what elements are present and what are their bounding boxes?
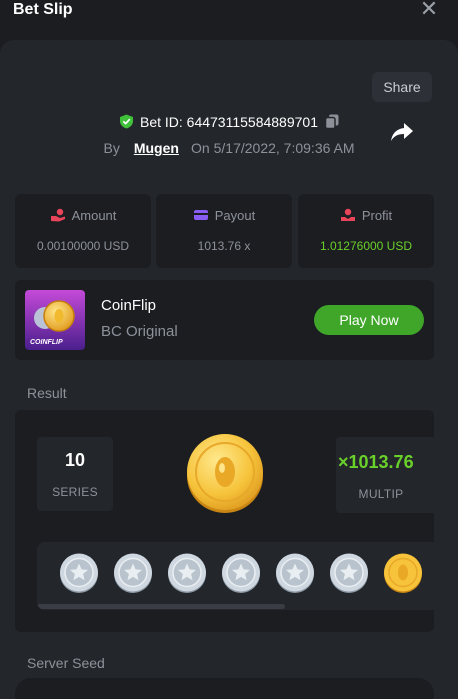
profit-label: Profit [361,208,393,223]
game-card: COINFLIP CoinFlip BC Original Play Now [15,280,434,360]
series-label: SERIES [52,485,98,499]
payout-value: 1013.76 x [197,239,251,253]
game-name: CoinFlip [101,297,157,314]
bet-id: Bet ID: 64473115584889701 [139,114,318,130]
amount-card: Amount 0.00100000 USD [15,194,151,268]
game-thumbnail[interactable]: COINFLIP [25,290,85,350]
verified-shield-icon [119,114,133,129]
bet-date: 5/17/2022, 7:09:36 AM [213,140,355,156]
payout-card: Payout 1013.76 x [156,194,292,268]
server-seed-label: Server Seed [27,655,105,671]
gold-coin-icon [187,434,263,513]
result-label: Result [27,385,67,401]
money-hand-icon [340,208,355,221]
multiplier-label: MULTIP [358,487,404,501]
gold-coin-icon [384,553,422,593]
amount-label: Amount [71,208,117,223]
thumbnail-title: COINFLIP [30,339,63,346]
username-link[interactable]: Mugen [134,140,179,156]
bet-author-row: By Mugen On 5/17/2022, 7:09:36 AM [0,138,458,158]
bet-id-row: Bet ID: 64473115584889701 [0,112,458,132]
card-icon [193,210,208,220]
multiplier-box: ×1013.76 MULTIP [336,437,434,513]
coin-results-strip[interactable] [37,542,434,610]
bet-slip-panel: Share Bet ID: 64473115584889701 By Mugen O… [0,40,458,699]
modal-title: Bet Slip [13,1,73,18]
multiplier-value: ×1013.76 [338,452,414,472]
server-seed-field[interactable] [15,678,434,699]
share-tooltip: Share [372,72,432,102]
silver-coin-icon [276,553,314,593]
copy-icon[interactable] [325,114,339,129]
play-now-button[interactable]: Play Now [314,305,424,335]
close-icon[interactable]: ✕ [418,0,440,20]
series-box: 10 SERIES [37,437,113,511]
coinflip-thumbnail-art: COINFLIP [25,290,85,350]
result-panel: 10 SERIES ×1013.76 MULTIP [15,410,434,632]
profit-value: 1.01276000 USD [319,239,413,253]
by-label: By [103,140,120,156]
on-label: On [190,140,210,156]
silver-coin-icon [222,553,260,593]
amount-value: 0.00100000 USD [36,239,130,253]
series-value: 10 [64,450,86,470]
profit-card: Profit 1.01276000 USD [298,194,434,268]
payout-label: Payout [214,208,256,223]
header-bar: Bet Slip ✕ [0,0,458,40]
silver-coin-icon [114,553,152,593]
silver-coin-icon [60,553,98,593]
game-provider: BC Original [101,323,178,340]
silver-coin-icon [168,553,206,593]
horizontal-scrollbar[interactable] [37,604,285,609]
silver-coin-icon [330,553,368,593]
coins-hand-icon [50,208,65,222]
